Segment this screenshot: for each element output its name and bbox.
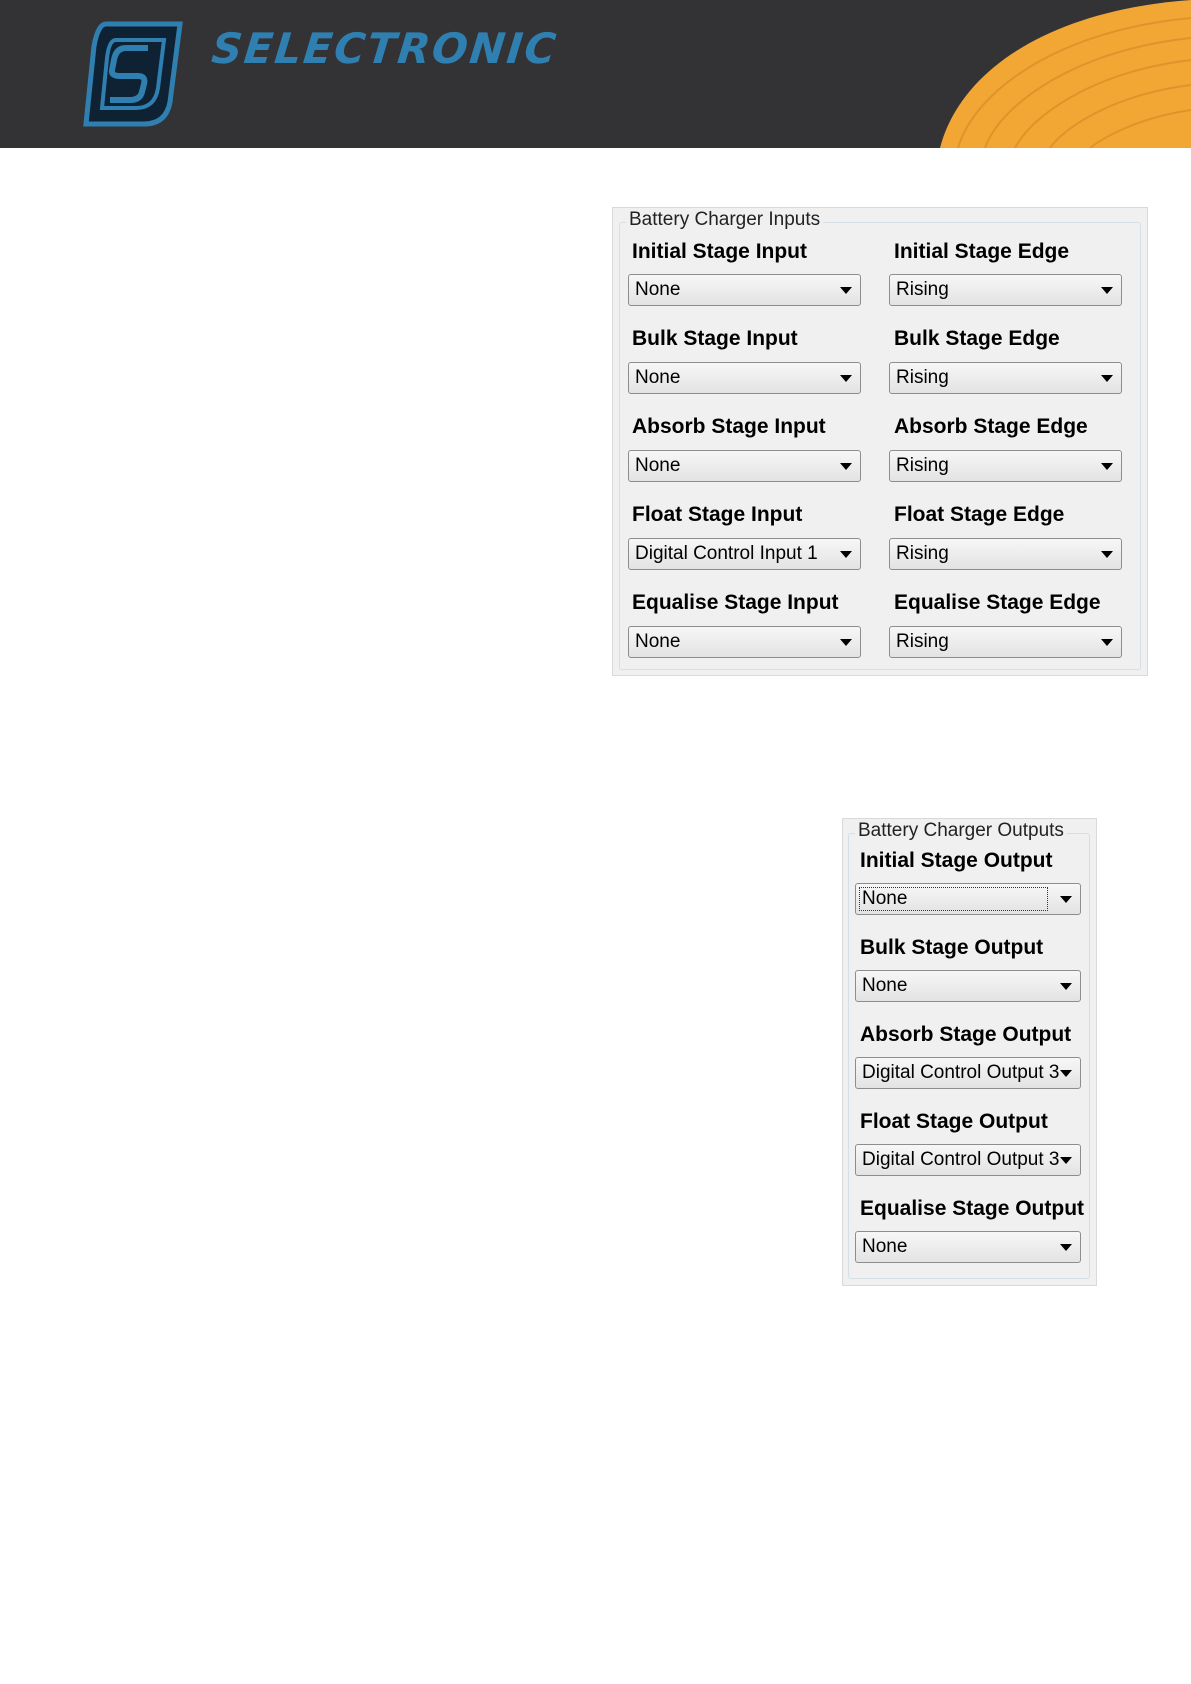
equalise-stage-input-label: Equalise Stage Input xyxy=(632,591,839,614)
absorb-stage-input-label: Absorb Stage Input xyxy=(632,415,826,438)
equalise-stage-input-dropdown[interactable]: None xyxy=(628,626,861,658)
equalise-stage-edge-dropdown[interactable]: Rising xyxy=(889,626,1122,658)
header-banner: SELECTRONIC xyxy=(0,0,1191,148)
chevron-down-icon xyxy=(1101,375,1113,382)
dropdown-value: None xyxy=(862,1236,908,1257)
chevron-down-icon xyxy=(1101,287,1113,294)
dropdown-value: Rising xyxy=(896,367,949,388)
dropdown-value: Rising xyxy=(896,631,949,652)
outputs-group-title: Battery Charger Outputs xyxy=(855,820,1067,842)
bulk-stage-input-label: Bulk Stage Input xyxy=(632,327,798,350)
absorb-stage-output-label: Absorb Stage Output xyxy=(860,1023,1072,1046)
float-stage-output-label: Float Stage Output xyxy=(860,1110,1048,1133)
initial-stage-input-dropdown[interactable]: None xyxy=(628,274,861,306)
initial-stage-edge-dropdown[interactable]: Rising xyxy=(889,274,1122,306)
float-stage-edge-dropdown[interactable]: Rising xyxy=(889,538,1122,570)
bulk-stage-edge-label: Bulk Stage Edge xyxy=(894,327,1060,350)
bulk-stage-input-dropdown[interactable]: None xyxy=(628,362,861,394)
equalise-stage-output-label: Equalise Stage Output xyxy=(860,1197,1085,1220)
float-stage-input-label: Float Stage Input xyxy=(632,503,803,526)
chevron-down-icon xyxy=(840,639,852,646)
dropdown-value: Digital Control Input 1 xyxy=(635,543,818,564)
battery-charger-inputs-panel: Battery Charger Inputs Initial Stage Inp… xyxy=(612,207,1148,676)
absorb-stage-input-dropdown[interactable]: None xyxy=(628,450,861,482)
chevron-down-icon xyxy=(840,463,852,470)
float-stage-output-dropdown[interactable]: Digital Control Output 3 xyxy=(855,1144,1081,1176)
bulk-stage-edge-dropdown[interactable]: Rising xyxy=(889,362,1122,394)
brand-wordmark: SELECTRONIC xyxy=(209,24,561,73)
dropdown-value: None xyxy=(862,888,908,909)
dropdown-value: Digital Control Output 3 xyxy=(862,1149,1060,1170)
absorb-stage-edge-label: Absorb Stage Edge xyxy=(894,415,1088,438)
dropdown-value: None xyxy=(862,975,908,996)
chevron-down-icon xyxy=(1060,1244,1072,1251)
absorb-stage-output-dropdown[interactable]: Digital Control Output 3 xyxy=(855,1057,1081,1089)
chevron-down-icon xyxy=(840,375,852,382)
float-stage-input-dropdown[interactable]: Digital Control Input 1 xyxy=(628,538,861,570)
chevron-down-icon xyxy=(1101,551,1113,558)
chevron-down-icon xyxy=(1060,896,1072,903)
dropdown-value: Rising xyxy=(896,455,949,476)
dropdown-value: Rising xyxy=(896,543,949,564)
initial-stage-input-label: Initial Stage Input xyxy=(632,240,808,263)
dropdown-value: None xyxy=(635,631,681,652)
float-stage-edge-label: Float Stage Edge xyxy=(894,503,1065,526)
initial-stage-edge-label: Initial Stage Edge xyxy=(894,240,1070,263)
selectronic-logo-icon xyxy=(83,21,183,127)
chevron-down-icon xyxy=(840,551,852,558)
chevron-down-icon xyxy=(1101,639,1113,646)
absorb-stage-edge-dropdown[interactable]: Rising xyxy=(889,450,1122,482)
equalise-stage-edge-label: Equalise Stage Edge xyxy=(894,591,1101,614)
chevron-down-icon xyxy=(1101,463,1113,470)
dropdown-value: None xyxy=(635,279,681,300)
battery-charger-outputs-panel: Battery Charger Outputs Initial Stage Ou… xyxy=(842,818,1097,1286)
chevron-down-icon xyxy=(1060,1070,1072,1077)
initial-stage-output-label: Initial Stage Output xyxy=(860,849,1053,872)
chevron-down-icon xyxy=(1060,1157,1072,1164)
dropdown-value: Rising xyxy=(896,279,949,300)
bulk-stage-output-label: Bulk Stage Output xyxy=(860,936,1044,959)
dropdown-value: Digital Control Output 3 xyxy=(862,1062,1060,1083)
chevron-down-icon xyxy=(840,287,852,294)
equalise-stage-output-dropdown[interactable]: None xyxy=(855,1231,1081,1263)
inputs-group-title: Battery Charger Inputs xyxy=(626,209,824,231)
dropdown-value: None xyxy=(635,455,681,476)
initial-stage-output-dropdown[interactable]: None xyxy=(855,883,1081,915)
dropdown-value: None xyxy=(635,367,681,388)
bulk-stage-output-dropdown[interactable]: None xyxy=(855,970,1081,1002)
chevron-down-icon xyxy=(1060,983,1072,990)
